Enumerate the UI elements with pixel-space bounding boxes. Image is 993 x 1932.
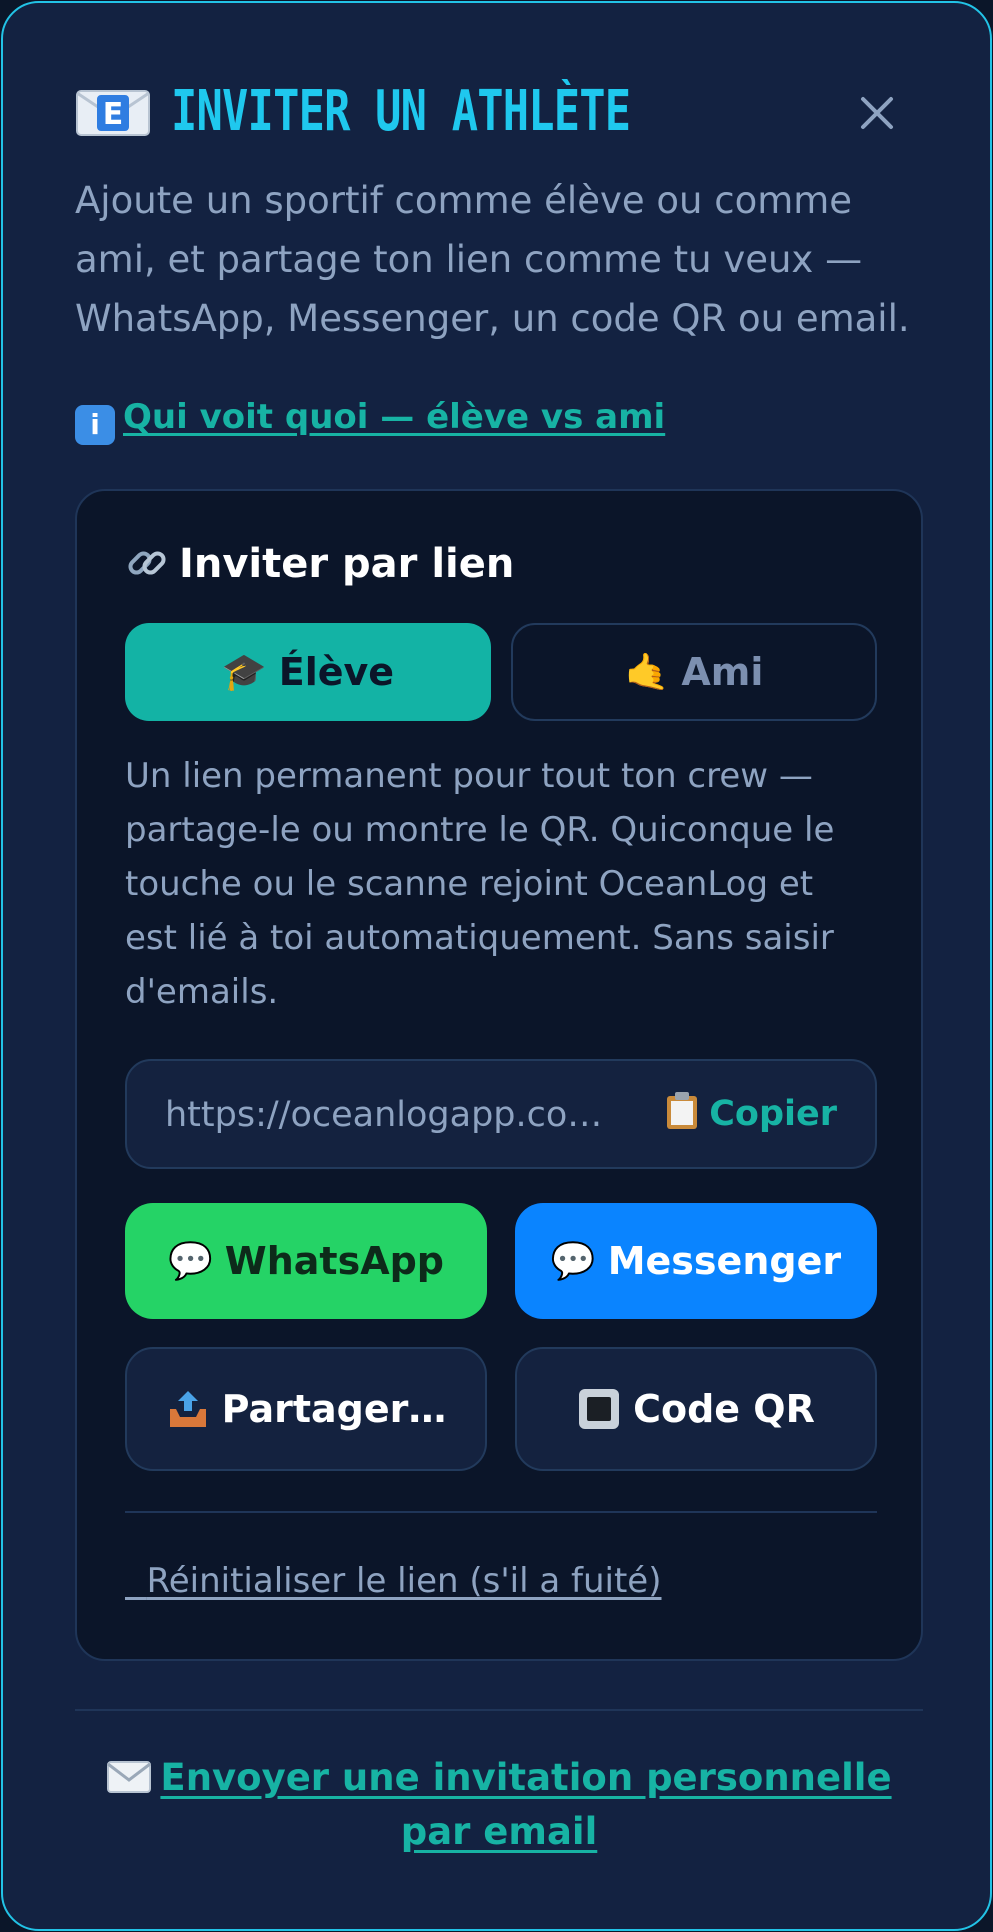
card-divider bbox=[125, 1511, 877, 1513]
link-icon bbox=[128, 551, 166, 575]
messenger-label: Messenger bbox=[607, 1239, 842, 1283]
clipboard-icon bbox=[667, 1092, 698, 1129]
invite-url-field: Copier bbox=[125, 1059, 877, 1169]
graduation-cap-icon: 🎓 bbox=[221, 652, 267, 693]
speech-bubble-icon: 💬 bbox=[167, 1241, 213, 1282]
black-square-button-icon bbox=[579, 1389, 620, 1429]
link-description: Un lien permanent pour tout ton crew — p… bbox=[125, 756, 835, 1012]
outbox-tray-icon bbox=[169, 1391, 206, 1427]
invite-athlete-modal: E INVITER UN ATHLÈTE Ajoute un sportif c… bbox=[1, 1, 992, 1931]
info-link[interactable]: i Qui voit quoi — élève vs ami bbox=[75, 397, 665, 445]
svg-text:E: E bbox=[103, 97, 124, 132]
tab-ami[interactable]: 🤙 Ami bbox=[511, 623, 877, 721]
invite-url-input[interactable] bbox=[165, 1095, 635, 1135]
reset-link-spacer bbox=[125, 1561, 147, 1601]
invite-by-link-card: Inviter par lien 🎓 Élève 🤙 Ami Un lien p… bbox=[75, 489, 923, 1661]
email-invite-link[interactable]: Envoyer une invitation personnelle par e… bbox=[75, 1751, 923, 1859]
reset-link-label: Réinitialiser le lien (s'il a fuité) bbox=[146, 1561, 662, 1601]
whatsapp-label: WhatsApp bbox=[224, 1239, 445, 1283]
share-button[interactable]: Partager… bbox=[125, 1347, 487, 1471]
modal-subtitle: Ajoute un sportif comme élève ou comme a… bbox=[75, 179, 910, 340]
messenger-share-button[interactable]: 💬 Messenger bbox=[515, 1203, 877, 1319]
tab-eleve-label: Élève bbox=[278, 650, 395, 694]
speech-bubble-icon: 💬 bbox=[550, 1241, 596, 1282]
tab-ami-label: Ami bbox=[681, 650, 764, 694]
e-mail-icon: E bbox=[76, 90, 150, 136]
card-title: Inviter par lien bbox=[125, 541, 514, 587]
qr-label: Code QR bbox=[633, 1387, 815, 1431]
card-title-label: Inviter par lien bbox=[179, 541, 515, 587]
reset-link-button[interactable]: Réinitialiser le lien (s'il a fuité) bbox=[125, 1561, 662, 1601]
tab-eleve[interactable]: 🎓 Élève bbox=[125, 623, 491, 721]
qr-code-button[interactable]: Code QR bbox=[515, 1347, 877, 1471]
info-icon: i bbox=[75, 405, 115, 445]
email-invite-label: Envoyer une invitation personnelle par e… bbox=[160, 1756, 892, 1853]
footer-divider bbox=[75, 1709, 923, 1711]
call-me-hand-icon: 🤙 bbox=[624, 652, 670, 693]
info-link-label: Qui voit quoi — élève vs ami bbox=[123, 397, 666, 437]
modal-title: INVITER UN ATHLÈTE bbox=[171, 79, 631, 144]
close-icon[interactable] bbox=[855, 91, 899, 135]
share-label: Partager… bbox=[221, 1387, 447, 1431]
copy-button-label: Copier bbox=[709, 1094, 837, 1134]
whatsapp-share-button[interactable]: 💬 WhatsApp bbox=[125, 1203, 487, 1319]
copy-button[interactable]: Copier bbox=[665, 1091, 837, 1134]
envelope-icon bbox=[107, 1761, 152, 1793]
modal-header: E INVITER UN ATHLÈTE bbox=[75, 79, 925, 153]
